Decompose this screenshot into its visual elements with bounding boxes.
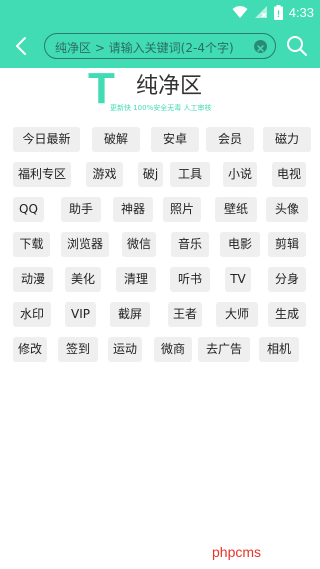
- tag-button[interactable]: 会员: [206, 127, 254, 152]
- tag-button[interactable]: 电影: [220, 232, 260, 257]
- tag-button[interactable]: 美化: [65, 267, 101, 292]
- tag-button[interactable]: 照片: [163, 197, 201, 222]
- tag-button[interactable]: 截屏: [110, 302, 150, 327]
- clear-icon[interactable]: [254, 40, 267, 53]
- tag-button[interactable]: 福利专区: [13, 162, 71, 187]
- toolbar: 纯净区 > 请输入关键词(2-4个字): [0, 24, 320, 68]
- tag-button[interactable]: 大师: [216, 302, 258, 327]
- back-arrow-icon[interactable]: [10, 34, 34, 58]
- tag-button[interactable]: 下载: [13, 232, 50, 257]
- tag-row: 修改 签到 运动 微商 去广告 相机: [0, 337, 320, 363]
- tag-row: 下载 浏览器 微信 音乐 电影 剪辑: [0, 232, 320, 258]
- tag-button[interactable]: 微信: [122, 232, 156, 257]
- status-bar: ! 4:33: [0, 0, 320, 24]
- tag-row: 水印 VIP 截屏 王者 大师 生成: [0, 302, 320, 328]
- logo-title: 纯净区: [136, 74, 203, 99]
- tag-row: QQ 助手 神器 照片 壁纸 头像: [0, 197, 320, 223]
- tag-button[interactable]: 音乐: [171, 232, 209, 257]
- search-input-text: 纯净区 > 请输入关键词(2-4个字): [55, 41, 234, 55]
- no-signal-icon: [254, 6, 267, 18]
- wifi-icon: [232, 6, 248, 18]
- tag-button[interactable]: 游戏: [86, 162, 123, 187]
- app-logo: T 纯净区 更新快 100%安全无毒 人工审核: [88, 64, 238, 116]
- tag-button[interactable]: 水印: [13, 302, 51, 327]
- tag-row: 福利专区 游戏 破j 工具 小说 电视: [0, 162, 320, 188]
- search-input[interactable]: 纯净区 > 请输入关键词(2-4个字): [44, 33, 276, 59]
- tag-button[interactable]: 剪辑: [268, 232, 306, 257]
- tag-button[interactable]: 电视: [272, 162, 306, 187]
- tag-button[interactable]: 安卓: [151, 127, 199, 152]
- tag-button[interactable]: 破j: [138, 162, 163, 187]
- tag-button[interactable]: 相机: [259, 337, 299, 362]
- tag-button[interactable]: 清理: [116, 267, 156, 292]
- tag-button[interactable]: 工具: [170, 162, 210, 187]
- tag-button[interactable]: 神器: [113, 197, 153, 222]
- tag-button[interactable]: 分身: [268, 267, 306, 292]
- tag-button[interactable]: 动漫: [13, 267, 53, 292]
- tag-row: 动漫 美化 清理 听书 TV 分身: [0, 267, 320, 293]
- tag-button[interactable]: 生成: [268, 302, 306, 327]
- search-icon[interactable]: [286, 35, 308, 57]
- tag-button[interactable]: 运动: [108, 337, 142, 362]
- tag-button[interactable]: TV: [225, 267, 251, 292]
- tag-button[interactable]: VIP: [65, 302, 96, 327]
- tag-row: 今日最新 破解 安卓 会员 磁力: [0, 127, 320, 153]
- tag-button[interactable]: 今日最新: [13, 127, 80, 152]
- tag-button[interactable]: 微商: [154, 337, 192, 362]
- tag-button[interactable]: 签到: [58, 337, 98, 362]
- tag-button[interactable]: 浏览器: [61, 232, 109, 257]
- tag-button[interactable]: 王者: [168, 302, 202, 327]
- tag-button[interactable]: 助手: [61, 197, 101, 222]
- tag-button[interactable]: 壁纸: [215, 197, 257, 222]
- watermark: phpcms: [212, 544, 262, 560]
- status-icons: ! 4:33: [232, 3, 314, 21]
- battery-icon: !: [273, 4, 283, 20]
- tag-button[interactable]: 头像: [266, 197, 308, 222]
- logo-subtitle: 更新快 100%安全无毒 人工审核: [110, 104, 212, 112]
- tag-button[interactable]: 破解: [92, 127, 140, 152]
- tag-button[interactable]: 小说: [223, 162, 257, 187]
- status-time: 4:33: [288, 4, 314, 20]
- tag-button[interactable]: QQ: [13, 197, 44, 222]
- tag-button[interactable]: 听书: [170, 267, 210, 292]
- tag-button[interactable]: 磁力: [263, 127, 311, 152]
- tag-button[interactable]: 修改: [13, 337, 47, 362]
- tag-button[interactable]: 去广告: [198, 337, 250, 362]
- svg-text:!: !: [277, 9, 280, 19]
